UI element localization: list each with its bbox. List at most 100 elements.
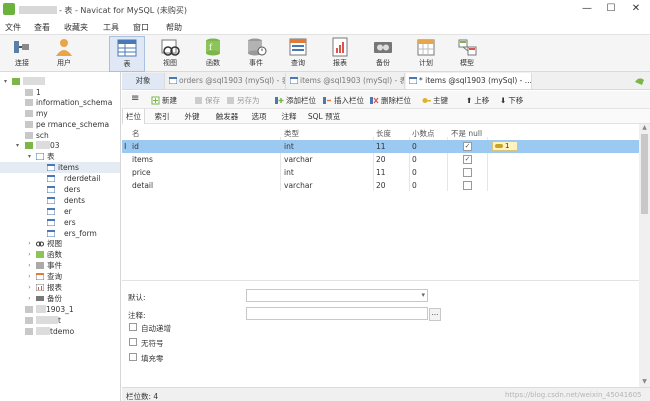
- tab-options[interactable]: 选项: [246, 109, 272, 124]
- tree-database[interactable]: tdemo: [0, 326, 120, 337]
- tab-items-design[interactable]: * items @sql1903 (mySql) - ...: [406, 73, 532, 89]
- toolbar-table-button[interactable]: 表: [109, 36, 145, 72]
- zerofill-checkbox[interactable]: [129, 353, 137, 361]
- tree-views-group[interactable]: › 视图: [0, 238, 120, 249]
- tree-table[interactable]: er: [0, 206, 120, 217]
- toolbar-query-button[interactable]: 查询: [280, 36, 316, 72]
- table-row[interactable]: items varchar 20 0 ✓: [122, 153, 639, 166]
- toolbar-schedule-button[interactable]: 计划: [408, 36, 444, 72]
- unsigned-checkbox[interactable]: [129, 338, 137, 346]
- field-count: 栏位数: 4: [126, 392, 159, 401]
- auto-increment-checkbox[interactable]: [129, 323, 137, 331]
- maximize-button[interactable]: ☐: [602, 1, 620, 17]
- not-null-checkbox[interactable]: [463, 168, 472, 177]
- tab-indexes[interactable]: 索引: [150, 109, 174, 124]
- new-button[interactable]: 新建: [151, 95, 177, 106]
- tree-reports-group[interactable]: › 报表: [0, 282, 120, 293]
- table-row[interactable]: detail varchar 20 0: [122, 179, 639, 192]
- tree-table[interactable]: dents: [0, 195, 120, 206]
- tree-tables-group[interactable]: ▾ 表: [0, 151, 120, 162]
- column-header-name[interactable]: 名: [132, 128, 140, 139]
- tree-database-open[interactable]: ▾ 03: [0, 140, 120, 151]
- table-row[interactable]: price int 11 0: [122, 166, 639, 179]
- toolbar-user-button[interactable]: 用户: [46, 36, 82, 72]
- column-header-length[interactable]: 长度: [376, 128, 391, 139]
- tree-table[interactable]: ers: [0, 217, 120, 228]
- expand-toggle-icon[interactable]: ›: [26, 293, 33, 304]
- menu-favorites[interactable]: 收藏夹: [64, 22, 88, 33]
- tree-database[interactable]: 1903_1: [0, 304, 120, 315]
- tree-backups-group[interactable]: › 备份: [0, 293, 120, 304]
- not-null-checkbox[interactable]: [463, 181, 472, 190]
- column-header-not-null[interactable]: 不是 null: [451, 128, 482, 139]
- tab-orders-table[interactable]: orders @sql1903 (mySql) - 表: [166, 73, 286, 89]
- minimize-button[interactable]: —: [578, 1, 596, 17]
- column-header-decimals[interactable]: 小数点: [412, 128, 435, 139]
- tab-triggers[interactable]: 触发器: [211, 109, 243, 124]
- expand-toggle-icon[interactable]: ›: [26, 260, 33, 271]
- tree-events-group[interactable]: › 事件: [0, 260, 120, 271]
- toolbar-connect-button[interactable]: 连接: [4, 36, 40, 72]
- tree-database[interactable]: information_schema: [0, 97, 120, 108]
- save-as-button[interactable]: 另存为: [226, 95, 260, 106]
- insert-field-button[interactable]: 插入栏位: [323, 95, 364, 106]
- menu-help[interactable]: 帮助: [166, 22, 182, 33]
- tree-table-items[interactable]: items: [0, 162, 120, 173]
- move-up-button[interactable]: ⬆ 上移: [466, 95, 489, 106]
- toolbar-backup-button[interactable]: 备份: [365, 36, 401, 72]
- add-field-button[interactable]: 添加栏位: [275, 95, 316, 106]
- tab-foreign-keys[interactable]: 外键: [179, 109, 205, 124]
- toolbar-view-button[interactable]: 视图: [152, 36, 188, 72]
- key-icon: [422, 98, 431, 103]
- expand-toggle-icon[interactable]: ›: [26, 271, 33, 282]
- tab-objects[interactable]: 对象: [122, 73, 165, 89]
- toolbar-function-button[interactable]: f 函数: [195, 36, 231, 72]
- not-null-checkbox-checked[interactable]: ✓: [463, 155, 472, 164]
- scrollbar-thumb[interactable]: [641, 134, 648, 214]
- primary-key-button[interactable]: 主键: [422, 95, 448, 106]
- expand-toggle-icon[interactable]: ›: [26, 282, 33, 293]
- not-null-checkbox-checked[interactable]: ✓: [463, 142, 472, 151]
- tree-queries-group[interactable]: › 查询: [0, 271, 120, 282]
- toolbar-event-button[interactable]: 事件: [238, 36, 274, 72]
- close-button[interactable]: ✕: [627, 1, 645, 17]
- table-row[interactable]: I id int 11 0 ✓ 1: [122, 140, 639, 153]
- view-icon: [161, 39, 180, 56]
- move-down-button[interactable]: ⬇ 下移: [500, 95, 523, 106]
- tab-comment[interactable]: 注释: [276, 109, 302, 124]
- expand-toggle-icon[interactable]: ›: [26, 238, 33, 249]
- column-header-type[interactable]: 类型: [284, 128, 299, 139]
- tree-database[interactable]: pe rmance_schema: [0, 119, 120, 130]
- scroll-down-icon[interactable]: ▼: [639, 378, 650, 387]
- menu-view[interactable]: 查看: [34, 22, 50, 33]
- navicat-status-icon[interactable]: [634, 76, 645, 86]
- query-folder-icon: [36, 273, 44, 280]
- tab-sql-preview[interactable]: SQL 预览: [305, 109, 343, 124]
- tree-functions-group[interactable]: › 函数: [0, 249, 120, 260]
- tree-database[interactable]: t: [0, 315, 120, 326]
- collapse-toggle-icon[interactable]: ▾: [26, 151, 33, 162]
- scroll-up-icon[interactable]: ▲: [639, 124, 650, 133]
- comment-field[interactable]: [246, 307, 428, 320]
- tree-database[interactable]: my: [0, 108, 120, 119]
- tab-fields[interactable]: 栏位: [122, 109, 145, 124]
- toolbar-report-button[interactable]: 报表: [322, 36, 358, 72]
- menu-window[interactable]: 窗口: [133, 22, 149, 33]
- menu-tools[interactable]: 工具: [103, 22, 119, 33]
- delete-field-button[interactable]: 删除栏位: [370, 95, 411, 106]
- default-select[interactable]: ▾: [246, 289, 428, 302]
- tree-table[interactable]: rderdetail: [0, 173, 120, 184]
- tree-connection[interactable]: ▾: [0, 76, 120, 87]
- collapse-toggle-icon[interactable]: ▾: [2, 76, 9, 87]
- query-icon: [289, 38, 307, 56]
- tab-items-table[interactable]: items @sql1903 (mySql) - 表: [287, 73, 405, 89]
- toolbar-model-button[interactable]: 模型: [449, 36, 485, 72]
- collapse-toggle-icon[interactable]: ▾: [14, 140, 21, 151]
- vertical-scrollbar[interactable]: ▲ ▼: [639, 124, 650, 387]
- menu-file[interactable]: 文件: [5, 22, 21, 33]
- expand-toggle-icon[interactable]: ›: [26, 249, 33, 260]
- menu-hamburger-icon[interactable]: ≡: [131, 93, 139, 104]
- save-button[interactable]: 保存: [194, 95, 220, 106]
- tree-table[interactable]: ders: [0, 184, 120, 195]
- comment-expand-button[interactable]: ...: [429, 308, 441, 321]
